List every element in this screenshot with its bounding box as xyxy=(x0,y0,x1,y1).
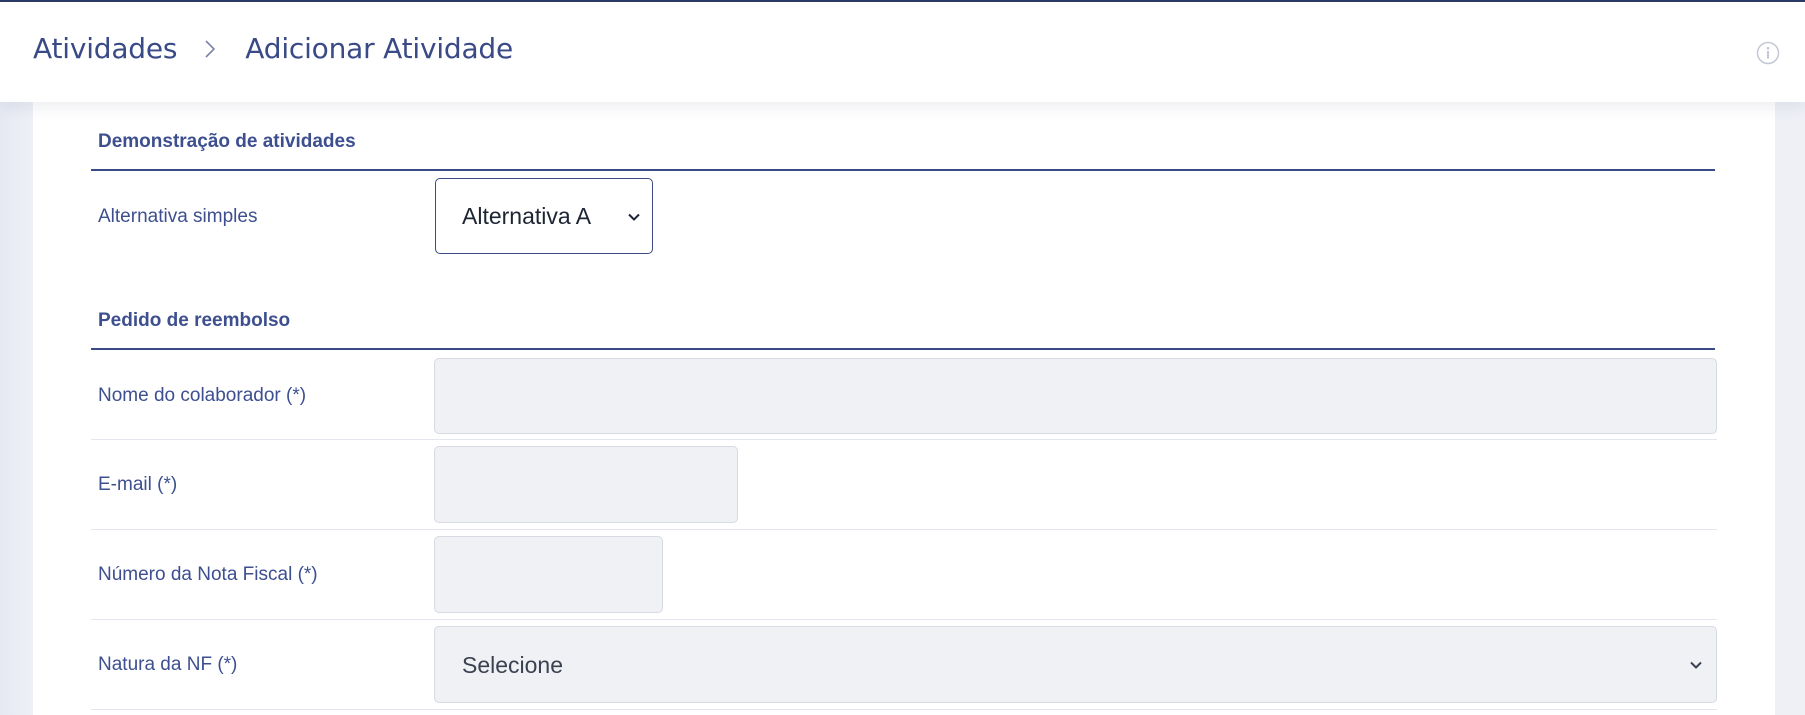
breadcrumb-root-link[interactable]: Atividades xyxy=(33,32,177,65)
section-title-demo: Demonstração de atividades xyxy=(98,131,356,152)
breadcrumb-current: Adicionar Atividade xyxy=(245,32,514,65)
email-label: E-mail (*) xyxy=(98,474,178,495)
chevron-down-icon xyxy=(628,213,640,221)
section-divider xyxy=(91,348,1715,350)
row-divider xyxy=(91,529,1717,530)
invoice-nature-selected-value: Selecione xyxy=(462,652,564,678)
row-divider xyxy=(91,439,1717,440)
email-input[interactable] xyxy=(434,446,738,523)
simple-choice-select[interactable]: Alternativa A xyxy=(435,178,653,254)
section-title-refund: Pedido de reembolso xyxy=(98,310,291,331)
info-icon[interactable] xyxy=(1756,41,1780,65)
row-divider xyxy=(91,709,1717,710)
invoice-number-input[interactable] xyxy=(434,536,663,613)
row-divider xyxy=(91,619,1717,620)
breadcrumb: Atividades Adicionar Atividade xyxy=(33,32,513,65)
simple-choice-label: Alternativa simples xyxy=(98,206,258,227)
page-header: Atividades Adicionar Atividade xyxy=(0,2,1805,102)
section-divider xyxy=(91,169,1715,171)
employee-name-label: Nome do colaborador (*) xyxy=(98,385,307,406)
right-page-gutter xyxy=(1775,102,1805,715)
chevron-right-icon xyxy=(205,39,216,58)
invoice-nature-label: Natura da NF (*) xyxy=(98,654,238,675)
invoice-nature-select[interactable]: Selecione xyxy=(434,626,1717,703)
simple-choice-selected-value: Alternativa A xyxy=(462,203,592,229)
employee-name-input[interactable] xyxy=(434,358,1717,434)
left-sidebar-edge xyxy=(0,102,33,715)
invoice-number-label: Número da Nota Fiscal (*) xyxy=(98,564,318,585)
chevron-down-icon xyxy=(1690,661,1702,669)
